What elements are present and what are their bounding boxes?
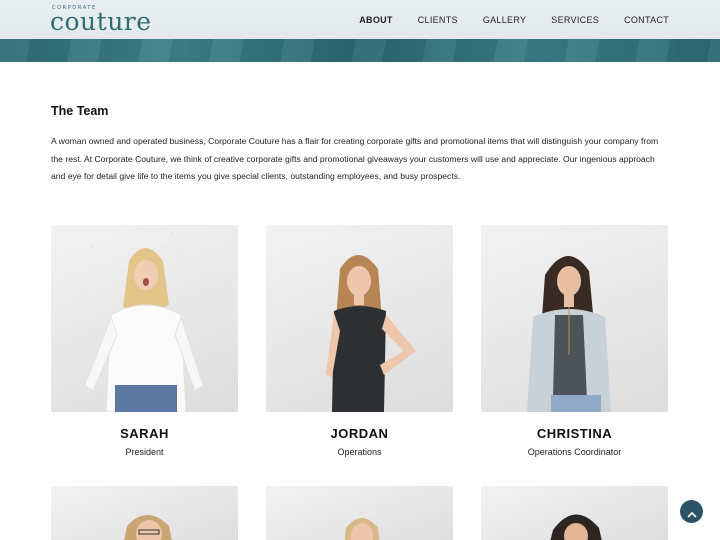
- intro-paragraph: A woman owned and operated business, Cor…: [51, 136, 659, 181]
- team-photo: [51, 486, 238, 540]
- member-name: CHRISTINA: [536, 426, 613, 441]
- chevron-up-icon: [687, 507, 697, 517]
- nav-contact[interactable]: CONTACT: [624, 14, 669, 26]
- nav-about[interactable]: ABOUT: [359, 14, 393, 26]
- team-photo: [481, 486, 668, 540]
- team-card-sarah: SARAH President: [51, 225, 238, 457]
- member-name: SARAH: [120, 426, 169, 441]
- member-role: Operations Coordinator: [527, 447, 622, 457]
- member-role: Operations: [337, 447, 382, 457]
- scroll-to-top-button[interactable]: [680, 500, 703, 523]
- team-card-row2-2: [266, 486, 453, 540]
- team-photo-jordan: [266, 225, 453, 412]
- section-title: The Team: [51, 104, 109, 118]
- nav-gallery[interactable]: GALLERY: [483, 14, 526, 26]
- logo[interactable]: CORPORATE couture: [50, 4, 151, 38]
- site-header: CORPORATE couture ABOUT CLIENTS GALLERY …: [0, 0, 720, 62]
- member-role: President: [125, 447, 164, 457]
- logo-wordmark: couture: [50, 7, 152, 36]
- header-banner-strip: [0, 39, 720, 62]
- team-card-row2-3: [481, 486, 668, 540]
- nav-services[interactable]: SERVICES: [551, 14, 599, 26]
- team-photo-sarah: [51, 225, 238, 412]
- main-nav: ABOUT CLIENTS GALLERY SERVICES CONTACT: [334, 14, 669, 26]
- team-photo: [266, 486, 453, 540]
- team-photo-christina: [481, 225, 668, 412]
- team-card-row2-1: [51, 486, 238, 540]
- member-name: JORDAN: [330, 426, 389, 441]
- team-card-jordan: JORDAN Operations: [266, 225, 453, 457]
- team-card-christina: CHRISTINA Operations Coordinator: [481, 225, 668, 457]
- nav-clients[interactable]: CLIENTS: [418, 14, 458, 26]
